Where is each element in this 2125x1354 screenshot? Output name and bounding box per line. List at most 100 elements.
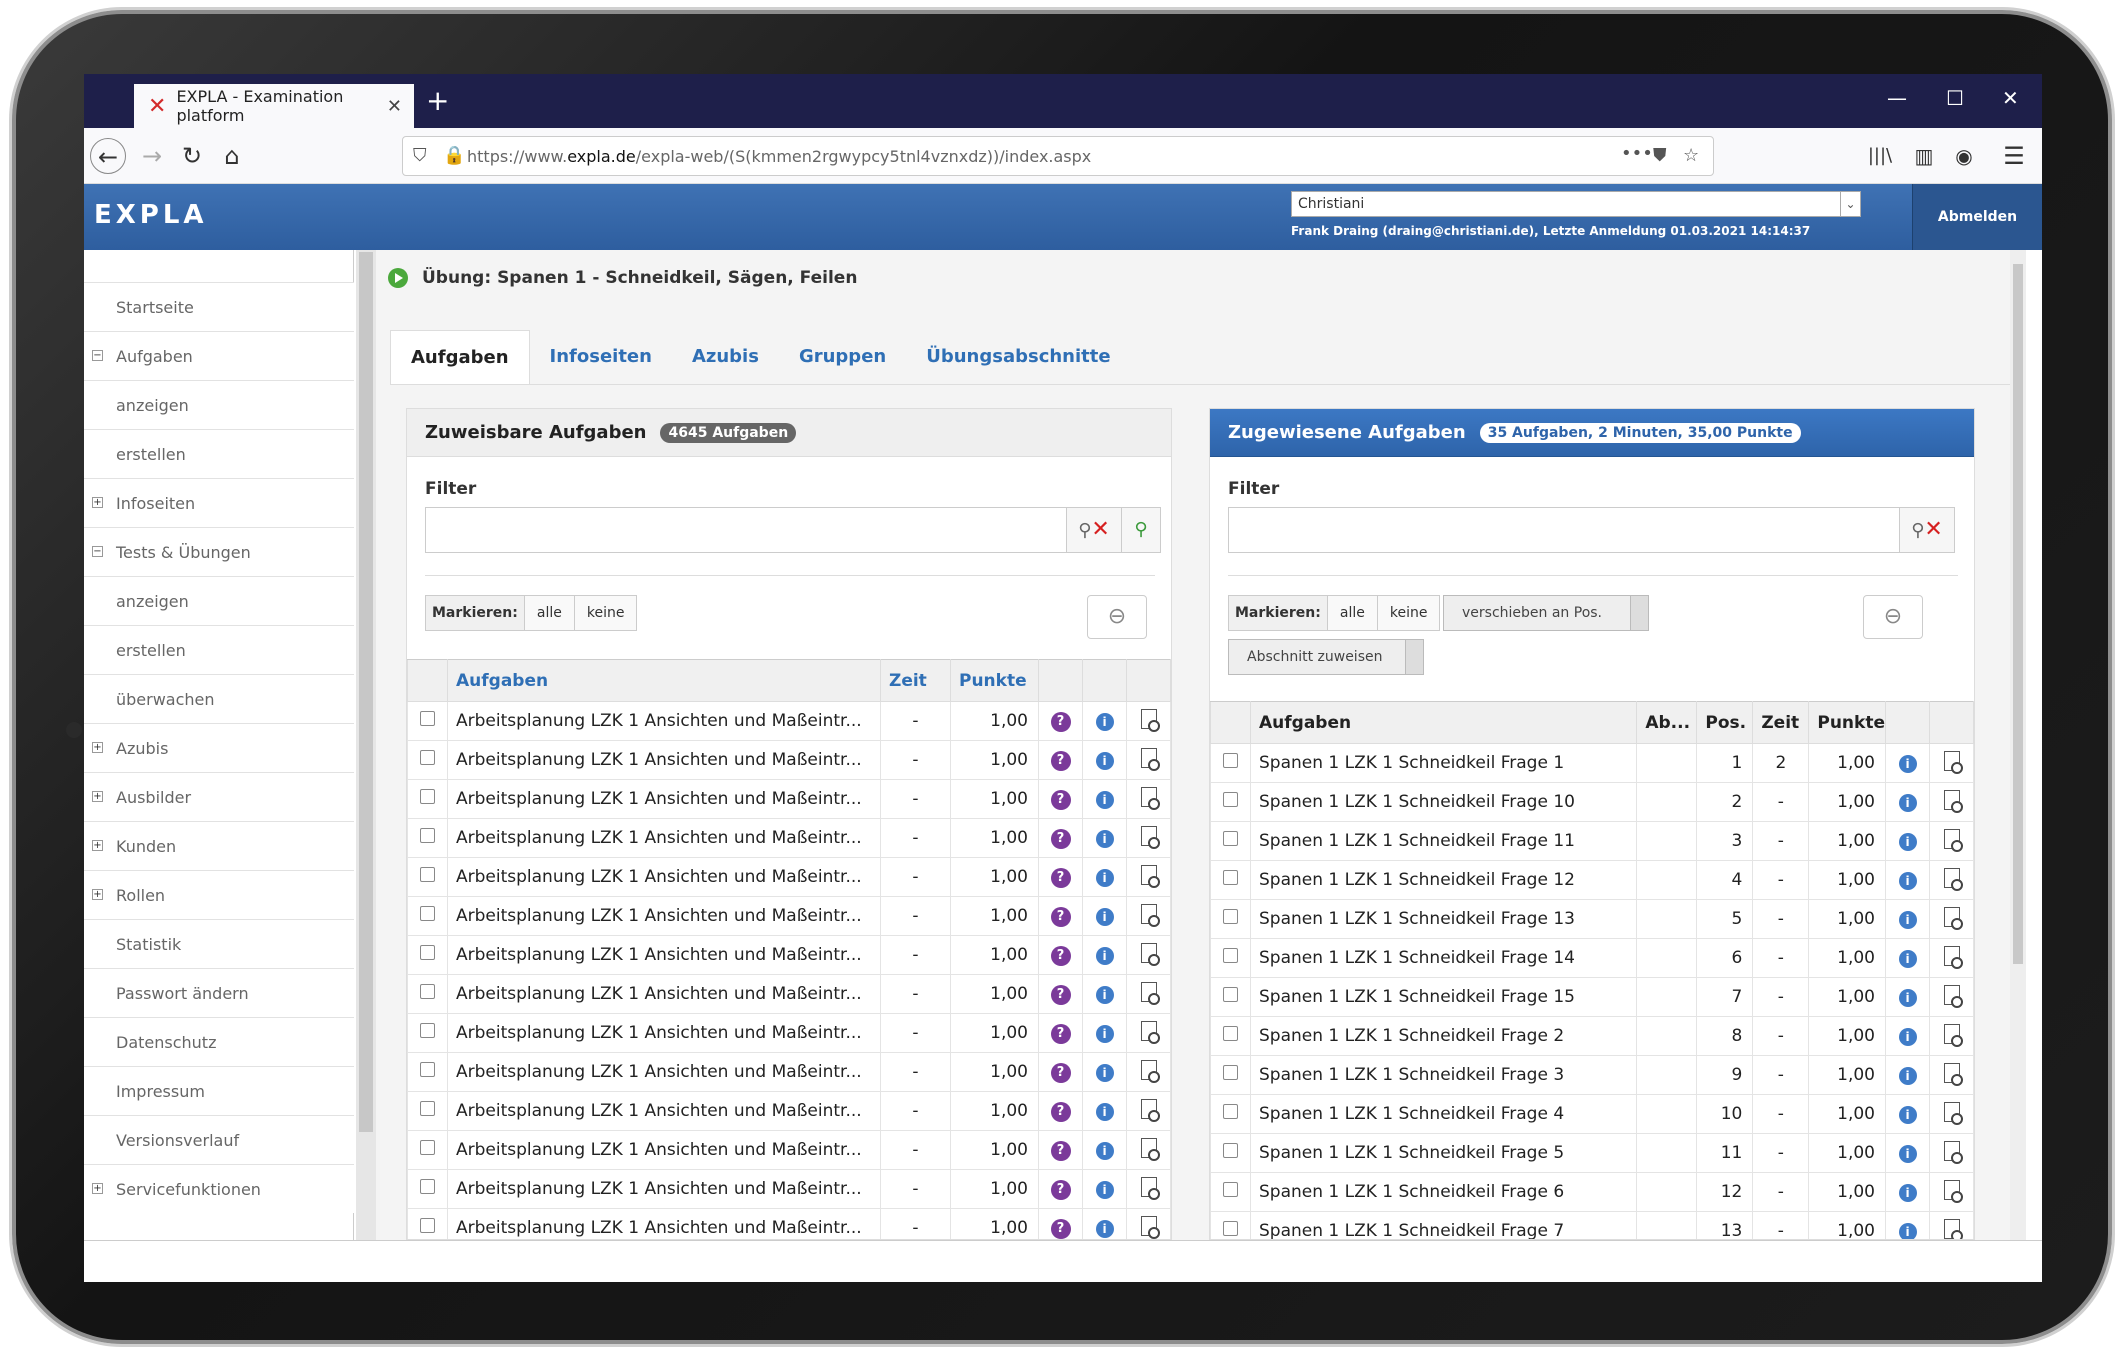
col-punkte[interactable]: Punkte	[1808, 701, 1886, 744]
row-checkbox[interactable]	[1210, 1055, 1251, 1095]
question-cell[interactable]: ?	[1038, 1091, 1083, 1131]
table-row[interactable]: Spanen 1 LZK 1 Schneidkeil Frage 12 4-1,0…	[1210, 860, 1974, 900]
checkbox[interactable]	[420, 1023, 435, 1038]
row-checkbox[interactable]	[407, 896, 448, 936]
checkbox[interactable]	[420, 711, 435, 726]
preview-icon[interactable]	[1943, 984, 1963, 1008]
preview-icon[interactable]	[1943, 828, 1963, 852]
table-row[interactable]: Arbeitsplanung LZK 1 Ansichten und Maßei…	[407, 1091, 1171, 1131]
checkbox[interactable]	[420, 750, 435, 765]
question-icon[interactable]: ?	[1050, 1141, 1071, 1161]
sidebar-item[interactable]: anzeigen	[84, 380, 354, 429]
mark-none-button[interactable]: keine	[1376, 596, 1440, 630]
preview-cell[interactable]	[1126, 701, 1171, 741]
info-icon[interactable]: i	[1095, 1064, 1114, 1082]
sidebar-item[interactable]: − Tests & Übungen	[84, 527, 354, 576]
row-checkbox[interactable]	[407, 740, 448, 780]
table-row[interactable]: Arbeitsplanung LZK 1 Ansichten und Maßei…	[407, 896, 1171, 936]
checkbox[interactable]	[1223, 1221, 1238, 1236]
info-cell[interactable]: i	[1885, 977, 1930, 1017]
sidebar-toggle-icon[interactable]: ▥	[1906, 138, 1942, 174]
preview-icon[interactable]	[1943, 867, 1963, 891]
preview-icon[interactable]	[1140, 708, 1160, 732]
url-bar[interactable]: ⛉ 🔒 https://www.expla.de/expla-web/(S(km…	[402, 136, 1714, 176]
preview-cell[interactable]	[1126, 974, 1171, 1014]
checkbox[interactable]	[420, 1062, 435, 1077]
row-checkbox[interactable]	[407, 779, 448, 819]
checkbox[interactable]	[1223, 1143, 1238, 1158]
preview-cell[interactable]	[1929, 1055, 1974, 1095]
info-icon[interactable]: i	[1898, 1028, 1917, 1046]
table-row[interactable]: Spanen 1 LZK 1 Schneidkeil Frage 15 7-1,0…	[1210, 977, 1974, 1017]
logout-button[interactable]: Abmelden	[1912, 184, 2042, 250]
preview-cell[interactable]	[1126, 896, 1171, 936]
preview-cell[interactable]	[1929, 1172, 1974, 1212]
checkbox[interactable]	[1223, 948, 1238, 963]
table-row[interactable]: Arbeitsplanung LZK 1 Ansichten und Maßei…	[407, 740, 1171, 780]
preview-icon[interactable]	[1943, 945, 1963, 969]
info-cell[interactable]: i	[1082, 1091, 1127, 1131]
checkbox[interactable]	[1223, 1065, 1238, 1080]
info-cell[interactable]: i	[1082, 896, 1127, 936]
tab-uebungsabschnitte[interactable]: Übungsabschnitte	[906, 330, 1130, 384]
question-icon[interactable]: ?	[1050, 829, 1071, 849]
preview-icon[interactable]	[1943, 906, 1963, 930]
info-icon[interactable]: i	[1095, 752, 1114, 770]
table-row[interactable]: Spanen 1 LZK 1 Schneidkeil Frage 3 9-1,00…	[1210, 1055, 1974, 1095]
row-checkbox[interactable]	[1210, 1172, 1251, 1212]
info-icon[interactable]: i	[1095, 1103, 1114, 1121]
row-checkbox[interactable]	[407, 974, 448, 1014]
preview-cell[interactable]	[1929, 1211, 1974, 1239]
info-cell[interactable]: i	[1885, 1133, 1930, 1173]
checkbox[interactable]	[420, 789, 435, 804]
preview-cell[interactable]	[1126, 1052, 1171, 1092]
row-checkbox[interactable]	[407, 935, 448, 975]
mark-all-button[interactable]: alle	[1326, 596, 1377, 630]
info-icon[interactable]: i	[1898, 1106, 1917, 1124]
question-cell[interactable]: ?	[1038, 896, 1083, 936]
table-row[interactable]: Arbeitsplanung LZK 1 Ansichten und Maßei…	[407, 779, 1171, 819]
preview-cell[interactable]	[1126, 1169, 1171, 1209]
client-select[interactable]: Christiani ⌄	[1291, 191, 1861, 217]
question-cell[interactable]: ?	[1038, 779, 1083, 819]
preview-cell[interactable]	[1126, 740, 1171, 780]
preview-icon[interactable]	[1943, 1140, 1963, 1164]
expand-icon[interactable]: +	[92, 1183, 103, 1194]
checkbox[interactable]	[420, 1218, 435, 1233]
preview-cell[interactable]	[1929, 860, 1974, 900]
checkbox[interactable]	[420, 945, 435, 960]
checkbox[interactable]	[420, 984, 435, 999]
sidebar-item[interactable]: + Infoseiten	[84, 478, 354, 527]
advanced-search-button[interactable]: ⚲	[1121, 507, 1161, 553]
question-cell[interactable]: ?	[1038, 1052, 1083, 1092]
preview-cell[interactable]	[1126, 935, 1171, 975]
table-row[interactable]: Arbeitsplanung LZK 1 Ansichten und Maßei…	[407, 701, 1171, 741]
mark-all-button[interactable]: alle	[523, 596, 574, 630]
info-cell[interactable]: i	[1885, 782, 1930, 822]
sidebar-item[interactable]: Statistik	[84, 919, 354, 968]
preview-icon[interactable]	[1943, 1179, 1963, 1203]
move-to-position-dropdown[interactable]: verschieben an Pos.	[1443, 595, 1649, 631]
info-cell[interactable]: i	[1082, 1130, 1127, 1170]
expand-icon[interactable]: +	[92, 742, 103, 753]
question-cell[interactable]: ?	[1038, 1013, 1083, 1053]
remove-circle-button[interactable]: ⊖	[1863, 595, 1923, 639]
question-cell[interactable]: ?	[1038, 740, 1083, 780]
info-cell[interactable]: i	[1885, 1094, 1930, 1134]
info-cell[interactable]: i	[1885, 899, 1930, 939]
preview-icon[interactable]	[1140, 903, 1160, 927]
preview-icon[interactable]	[1140, 942, 1160, 966]
preview-cell[interactable]	[1126, 1091, 1171, 1131]
question-icon[interactable]: ?	[1050, 946, 1071, 966]
info-cell[interactable]: i	[1082, 779, 1127, 819]
expand-icon[interactable]: +	[92, 497, 103, 508]
search-clear-button[interactable]: ⚲✕	[1899, 507, 1955, 553]
info-icon[interactable]: i	[1095, 713, 1114, 731]
table-row[interactable]: Arbeitsplanung LZK 1 Ansichten und Maßei…	[407, 818, 1171, 858]
table-row[interactable]: Arbeitsplanung LZK 1 Ansichten und Maßei…	[407, 935, 1171, 975]
table-row[interactable]: Spanen 1 LZK 1 Schneidkeil Frage 2 8-1,00…	[1210, 1016, 1974, 1056]
info-cell[interactable]: i	[1885, 743, 1930, 783]
question-icon[interactable]: ?	[1050, 868, 1071, 888]
filter-input[interactable]	[1228, 507, 1900, 553]
assign-section-dropdown[interactable]: Abschnitt zuweisen	[1228, 639, 1424, 675]
